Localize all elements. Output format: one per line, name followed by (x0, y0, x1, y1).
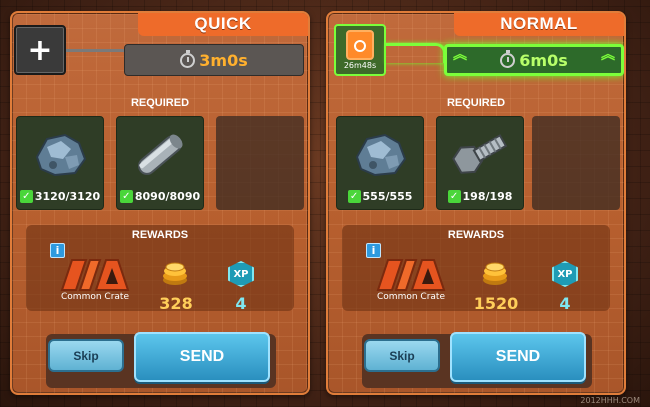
chevron-up-icon: ︽ (453, 47, 467, 63)
metal-bar-icon (137, 134, 183, 175)
required-slot-ore[interactable]: ✓ 3120/3120 (16, 116, 104, 210)
coins-value: 328 (159, 294, 193, 313)
ore-icon (355, 133, 407, 177)
required-slot-metal-bar[interactable]: ✓ 8090/8090 (116, 116, 204, 210)
check-icon: ✓ (347, 190, 361, 203)
normal-time-value: 6m0s (519, 50, 568, 70)
booster-connector (66, 49, 132, 63)
skip-button[interactable]: Skip (364, 339, 440, 372)
quick-title: QUICK (138, 13, 308, 36)
required-qty: ✓ 3120/3120 (17, 190, 103, 203)
ore-icon (35, 133, 87, 177)
stopwatch-icon (180, 49, 196, 68)
check-icon: ✓ (119, 190, 133, 203)
quick-time-display: 3m0s (124, 44, 304, 76)
booster-connector (386, 43, 446, 63)
common-crate-icon (60, 259, 130, 291)
required-label: REQUIRED (446, 97, 506, 109)
rewards-label: REWARDS (131, 229, 189, 241)
required-slot-ore[interactable]: ✓ 555/555 (336, 116, 424, 210)
required-qty: ✓ 555/555 (337, 190, 423, 203)
send-button[interactable]: SEND (134, 332, 270, 382)
required-slot-bolt[interactable]: ✓ 198/198 (436, 116, 524, 210)
chevron-up-icon: ︽ (601, 47, 615, 63)
rewards-label: REWARDS (447, 229, 505, 241)
stopwatch-booster-icon (346, 30, 374, 60)
required-slot-empty (532, 116, 620, 210)
check-icon: ✓ (19, 190, 33, 203)
crate-label: Common Crate (377, 292, 445, 302)
booster-card[interactable]: 26m48s (334, 24, 386, 76)
common-crate-icon (376, 259, 446, 291)
booster-time: 26m48s (343, 61, 377, 70)
skip-button[interactable]: Skip (48, 339, 124, 372)
coins-icon (483, 262, 507, 285)
stopwatch-icon (500, 49, 516, 68)
required-qty: ✓ 198/198 (437, 190, 523, 203)
send-button[interactable]: SEND (450, 332, 586, 382)
coins-icon (163, 262, 187, 285)
watermark: 2012HHH.COM (580, 396, 640, 405)
required-qty: ✓ 8090/8090 (117, 190, 203, 203)
normal-title: NORMAL (454, 13, 624, 36)
bolt-icon (452, 134, 508, 174)
quick-time-value: 3m0s (199, 50, 248, 70)
xp-value: 4 (235, 294, 247, 313)
check-icon: ✓ (447, 190, 461, 203)
add-booster-button[interactable]: + (14, 25, 66, 75)
required-slot-empty (216, 116, 304, 210)
coins-value: 1520 (473, 294, 519, 313)
crate-label: Common Crate (61, 292, 129, 302)
normal-time-display: ︽ 6m0s ︽ (444, 44, 624, 76)
xp-value: 4 (559, 294, 571, 313)
normal-panel: NORMAL 26m48s ︽ 6m0s ︽ REQUIRED ✓ 555/55… (326, 11, 626, 395)
required-label: REQUIRED (130, 97, 190, 109)
quick-panel: QUICK + 3m0s REQUIRED ✓ 3120/3120 ✓ 8090… (10, 11, 310, 395)
